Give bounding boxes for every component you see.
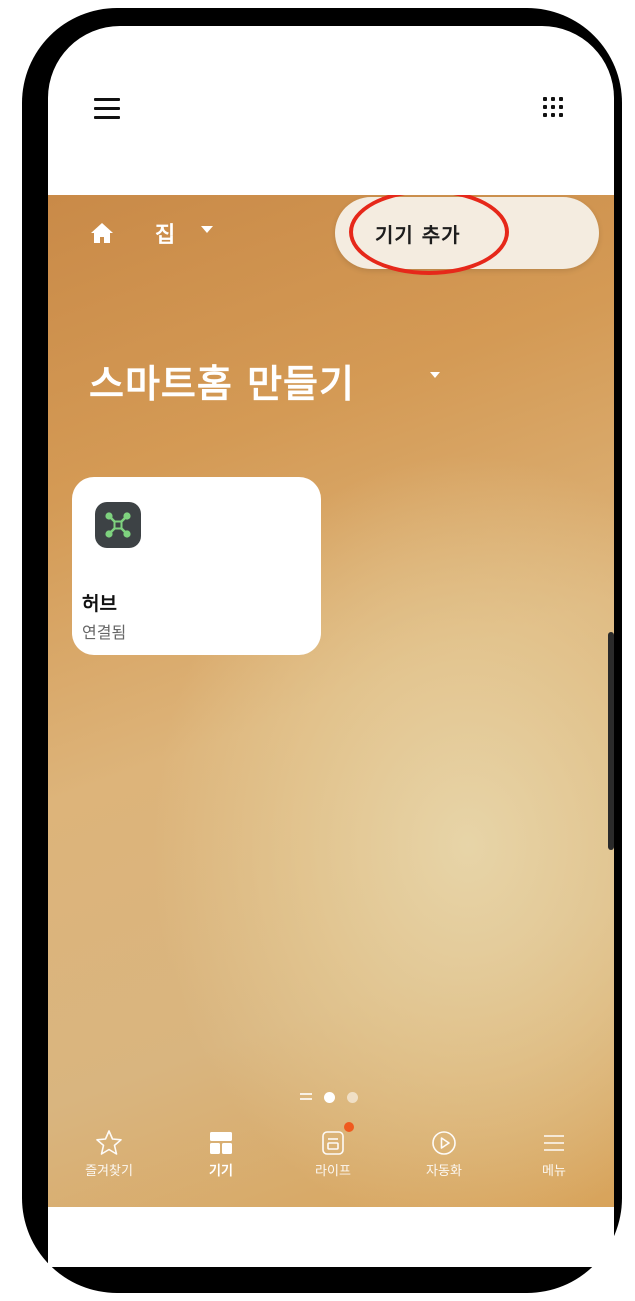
nav-label: 메뉴 [542,1164,566,1179]
nav-label: 자동화 [426,1164,462,1179]
nav-label: 라이프 [315,1164,351,1179]
nav-label: 즐겨찾기 [85,1164,133,1179]
location-selector[interactable]: 집 [155,217,175,249]
notification-badge [344,1122,354,1132]
home-indicator-area [48,1207,614,1267]
hub-icon [95,502,141,548]
add-device-button[interactable]: 기기 추가 [335,197,599,269]
play-icon [432,1131,456,1155]
page-indicator [300,1091,370,1103]
hamburger-menu-icon[interactable] [94,98,120,120]
title-chevron-down-icon[interactable] [430,372,440,378]
page-title[interactable]: 스마트홈 만들기 [89,353,355,408]
smartthings-devices-view: 집 기기 추가 스마트홈 만들기 허브 연결됨 즐겨찾기 기기 라이프 자동화 … [48,195,614,1207]
device-card-hub[interactable]: 허브 연결됨 [72,477,321,655]
chevron-down-icon[interactable] [201,226,213,233]
pager-list-icon [300,1093,312,1103]
nav-item-devices[interactable]: 기기 [181,1128,261,1179]
menu-icon [544,1135,564,1151]
nav-item-life[interactable]: 라이프 [293,1122,373,1179]
device-status: 연결됨 [82,623,127,642]
life-icon [318,1122,354,1158]
page-dot-active[interactable] [324,1092,335,1103]
device-name: 허브 [82,593,117,615]
bottom-navigation: 즐겨찾기 기기 라이프 자동화 메뉴 [48,1120,614,1207]
star-icon [96,1130,122,1155]
page-dot[interactable] [347,1092,358,1103]
nav-label: 기기 [209,1164,233,1179]
nav-item-favorites[interactable]: 즐겨찾기 [69,1128,149,1179]
nav-item-menu[interactable]: 메뉴 [514,1128,594,1179]
devices-icon [210,1132,232,1154]
home-icon [91,223,113,243]
nav-item-automation[interactable]: 자동화 [404,1128,484,1179]
apps-grid-icon[interactable] [543,97,571,119]
add-device-label: 기기 추가 [375,223,461,247]
scrollbar[interactable] [608,632,614,850]
